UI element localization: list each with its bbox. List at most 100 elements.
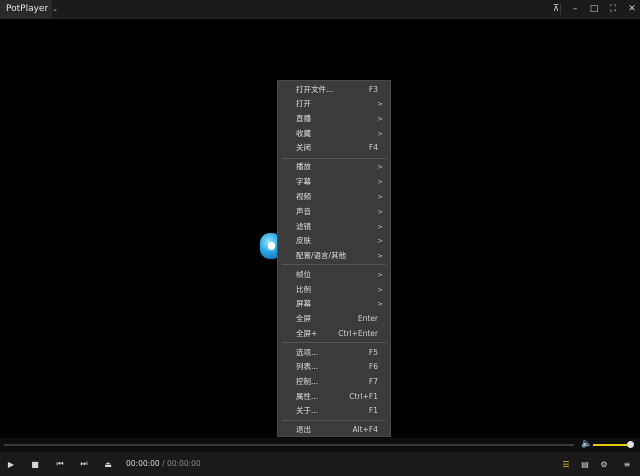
- seek-bar[interactable]: [4, 444, 574, 446]
- menu-item[interactable]: 列表... F6: [278, 360, 390, 373]
- menu-item[interactable]: 退出 Alt+F4: [278, 423, 390, 436]
- volume-knob[interactable]: [627, 441, 634, 448]
- submenu-arrow-icon: >: [377, 285, 383, 294]
- menu-item[interactable]: 屏幕 >: [278, 297, 390, 310]
- next-icon: ⏭: [80, 459, 88, 468]
- settings-button[interactable]: ⚙: [596, 456, 612, 472]
- menu-item-label: 播放: [296, 162, 311, 171]
- eject-button[interactable]: ⏏: [100, 456, 116, 472]
- menu-item-label: 选项...: [296, 348, 319, 357]
- menu-item[interactable]: 声音 >: [278, 205, 390, 218]
- menu-item-label: 列表...: [296, 362, 319, 371]
- volume-fill: [593, 444, 627, 446]
- menu-item-label: 屏幕: [296, 299, 311, 308]
- submenu-arrow-icon: >: [377, 270, 383, 279]
- hamburger-icon: ≡: [623, 459, 631, 469]
- current-time: 00:00:00: [126, 459, 160, 468]
- maximize-button[interactable]: □: [586, 0, 602, 18]
- play-button[interactable]: ▶: [3, 456, 19, 472]
- menu-item[interactable]: 收藏 >: [278, 127, 390, 140]
- menu-item[interactable]: 帧位 >: [278, 268, 390, 281]
- playlist-icon: ☰: [562, 459, 570, 469]
- close-button[interactable]: ✕: [624, 0, 640, 18]
- menu-item[interactable]: 打开 >: [278, 97, 390, 110]
- menu-item-label: 视频: [296, 192, 311, 201]
- menu-item[interactable]: 滤镜 >: [278, 220, 390, 233]
- play-icon: ▶: [7, 459, 15, 469]
- previous-button[interactable]: ⏮: [52, 456, 68, 472]
- menu-item-label: 直播: [296, 114, 311, 123]
- menu-item-shortcut: F1: [368, 406, 378, 415]
- menu-item-shortcut: F5: [368, 348, 378, 357]
- title-bar: PotPlayer ⌄ ⊼ – □ ⛶ ✕: [0, 0, 640, 19]
- menu-item-label: 关于...: [296, 406, 319, 415]
- menu-item-shortcut: F6: [368, 362, 378, 371]
- submenu-arrow-icon: >: [377, 162, 383, 171]
- menu-item-shortcut: F7: [368, 377, 378, 386]
- menu-item-shortcut: Ctrl+F1: [349, 392, 378, 401]
- chapters-icon: ▤: [581, 459, 589, 469]
- menu-item-label: 打开: [296, 99, 311, 108]
- close-icon: ✕: [628, 4, 636, 14]
- submenu-arrow-icon: >: [377, 222, 383, 231]
- menu-item-label: 全屏: [296, 314, 311, 323]
- minimize-button[interactable]: –: [567, 0, 583, 18]
- menu-item-label: 控制...: [296, 377, 319, 386]
- menu-item-label: 滤镜: [296, 222, 311, 231]
- menu-item-label: 帧位: [296, 270, 311, 279]
- pin-button[interactable]: ⊼: [548, 0, 564, 18]
- fullscreen-button[interactable]: ⛶: [605, 0, 621, 18]
- menu-item-shortcut: F4: [368, 143, 378, 152]
- menu-item[interactable]: 字幕 >: [278, 175, 390, 188]
- submenu-arrow-icon: >: [377, 299, 383, 308]
- menu-item[interactable]: 全屏+ Ctrl+Enter: [278, 327, 390, 340]
- menu-item[interactable]: 皮肤 >: [278, 234, 390, 247]
- menu-item-label: 比例: [296, 285, 311, 294]
- submenu-arrow-icon: >: [377, 192, 383, 201]
- submenu-arrow-icon: >: [377, 177, 383, 186]
- stop-button[interactable]: ■: [27, 456, 43, 472]
- next-button[interactable]: ⏭: [76, 456, 92, 472]
- menu-item[interactable]: 关于... F1: [278, 404, 390, 417]
- menu-item[interactable]: 控制... F7: [278, 375, 390, 388]
- menu-item-label: 声音: [296, 207, 311, 216]
- submenu-arrow-icon: >: [377, 251, 383, 260]
- menu-item-label: 打开文件...: [296, 85, 334, 94]
- menu-item[interactable]: 关闭 F4: [278, 141, 390, 154]
- chevron-down-icon: ⌄: [52, 5, 59, 13]
- menu-separator: [282, 342, 386, 343]
- menu-separator: [282, 158, 386, 159]
- menu-item[interactable]: 配置/语言/其他 >: [278, 249, 390, 262]
- menu-item[interactable]: 直播 >: [278, 112, 390, 125]
- menu-item[interactable]: 全屏 Enter: [278, 312, 390, 325]
- menu-item[interactable]: 打开文件... F3: [278, 83, 390, 96]
- main-menu-button[interactable]: ≡: [619, 456, 635, 472]
- submenu-arrow-icon: >: [377, 207, 383, 216]
- menu-item[interactable]: 视频 >: [278, 190, 390, 203]
- menu-item[interactable]: 比例 >: [278, 283, 390, 296]
- submenu-arrow-icon: >: [377, 114, 383, 123]
- app-menu-button[interactable]: PotPlayer ⌄: [0, 0, 58, 18]
- menu-item[interactable]: 选项... F5: [278, 346, 390, 359]
- menu-item-label: 退出: [296, 425, 311, 434]
- window-controls: ⊼ – □ ⛶ ✕: [545, 0, 640, 18]
- menu-item-label: 属性...: [296, 392, 319, 401]
- time-separator: /: [162, 459, 165, 468]
- menu-item[interactable]: 播放 >: [278, 160, 390, 173]
- eject-icon: ⏏: [104, 459, 112, 469]
- context-menu: 打开文件... F3 打开 > 直播 > 收藏 > 关闭 F4 播放 > 字幕 > 视频 > 声音 > 滤镜 > 皮肤 >…: [277, 80, 391, 437]
- speaker-icon[interactable]: 🔈: [581, 439, 592, 449]
- duration: 00:00:00: [167, 459, 201, 468]
- control-bar: ▶ ■ ⏮ ⏭ ⏏ 00:00:00 / 00:00:00 ☰ ▤ ⚙ ≡: [0, 452, 640, 476]
- menu-item-shortcut: F3: [368, 85, 378, 94]
- pin-icon: ⊼: [552, 4, 560, 14]
- fullscreen-icon: ⛶: [609, 4, 617, 14]
- playlist-button[interactable]: ☰: [558, 456, 574, 472]
- chapters-button[interactable]: ▤: [577, 456, 593, 472]
- minimize-icon: –: [572, 4, 578, 14]
- menu-item-shortcut: Alt+F4: [352, 425, 378, 434]
- previous-icon: ⏮: [56, 459, 64, 468]
- menu-item-label: 皮肤: [296, 236, 311, 245]
- menu-item[interactable]: 属性... Ctrl+F1: [278, 390, 390, 403]
- menu-item-label: 关闭: [296, 143, 311, 152]
